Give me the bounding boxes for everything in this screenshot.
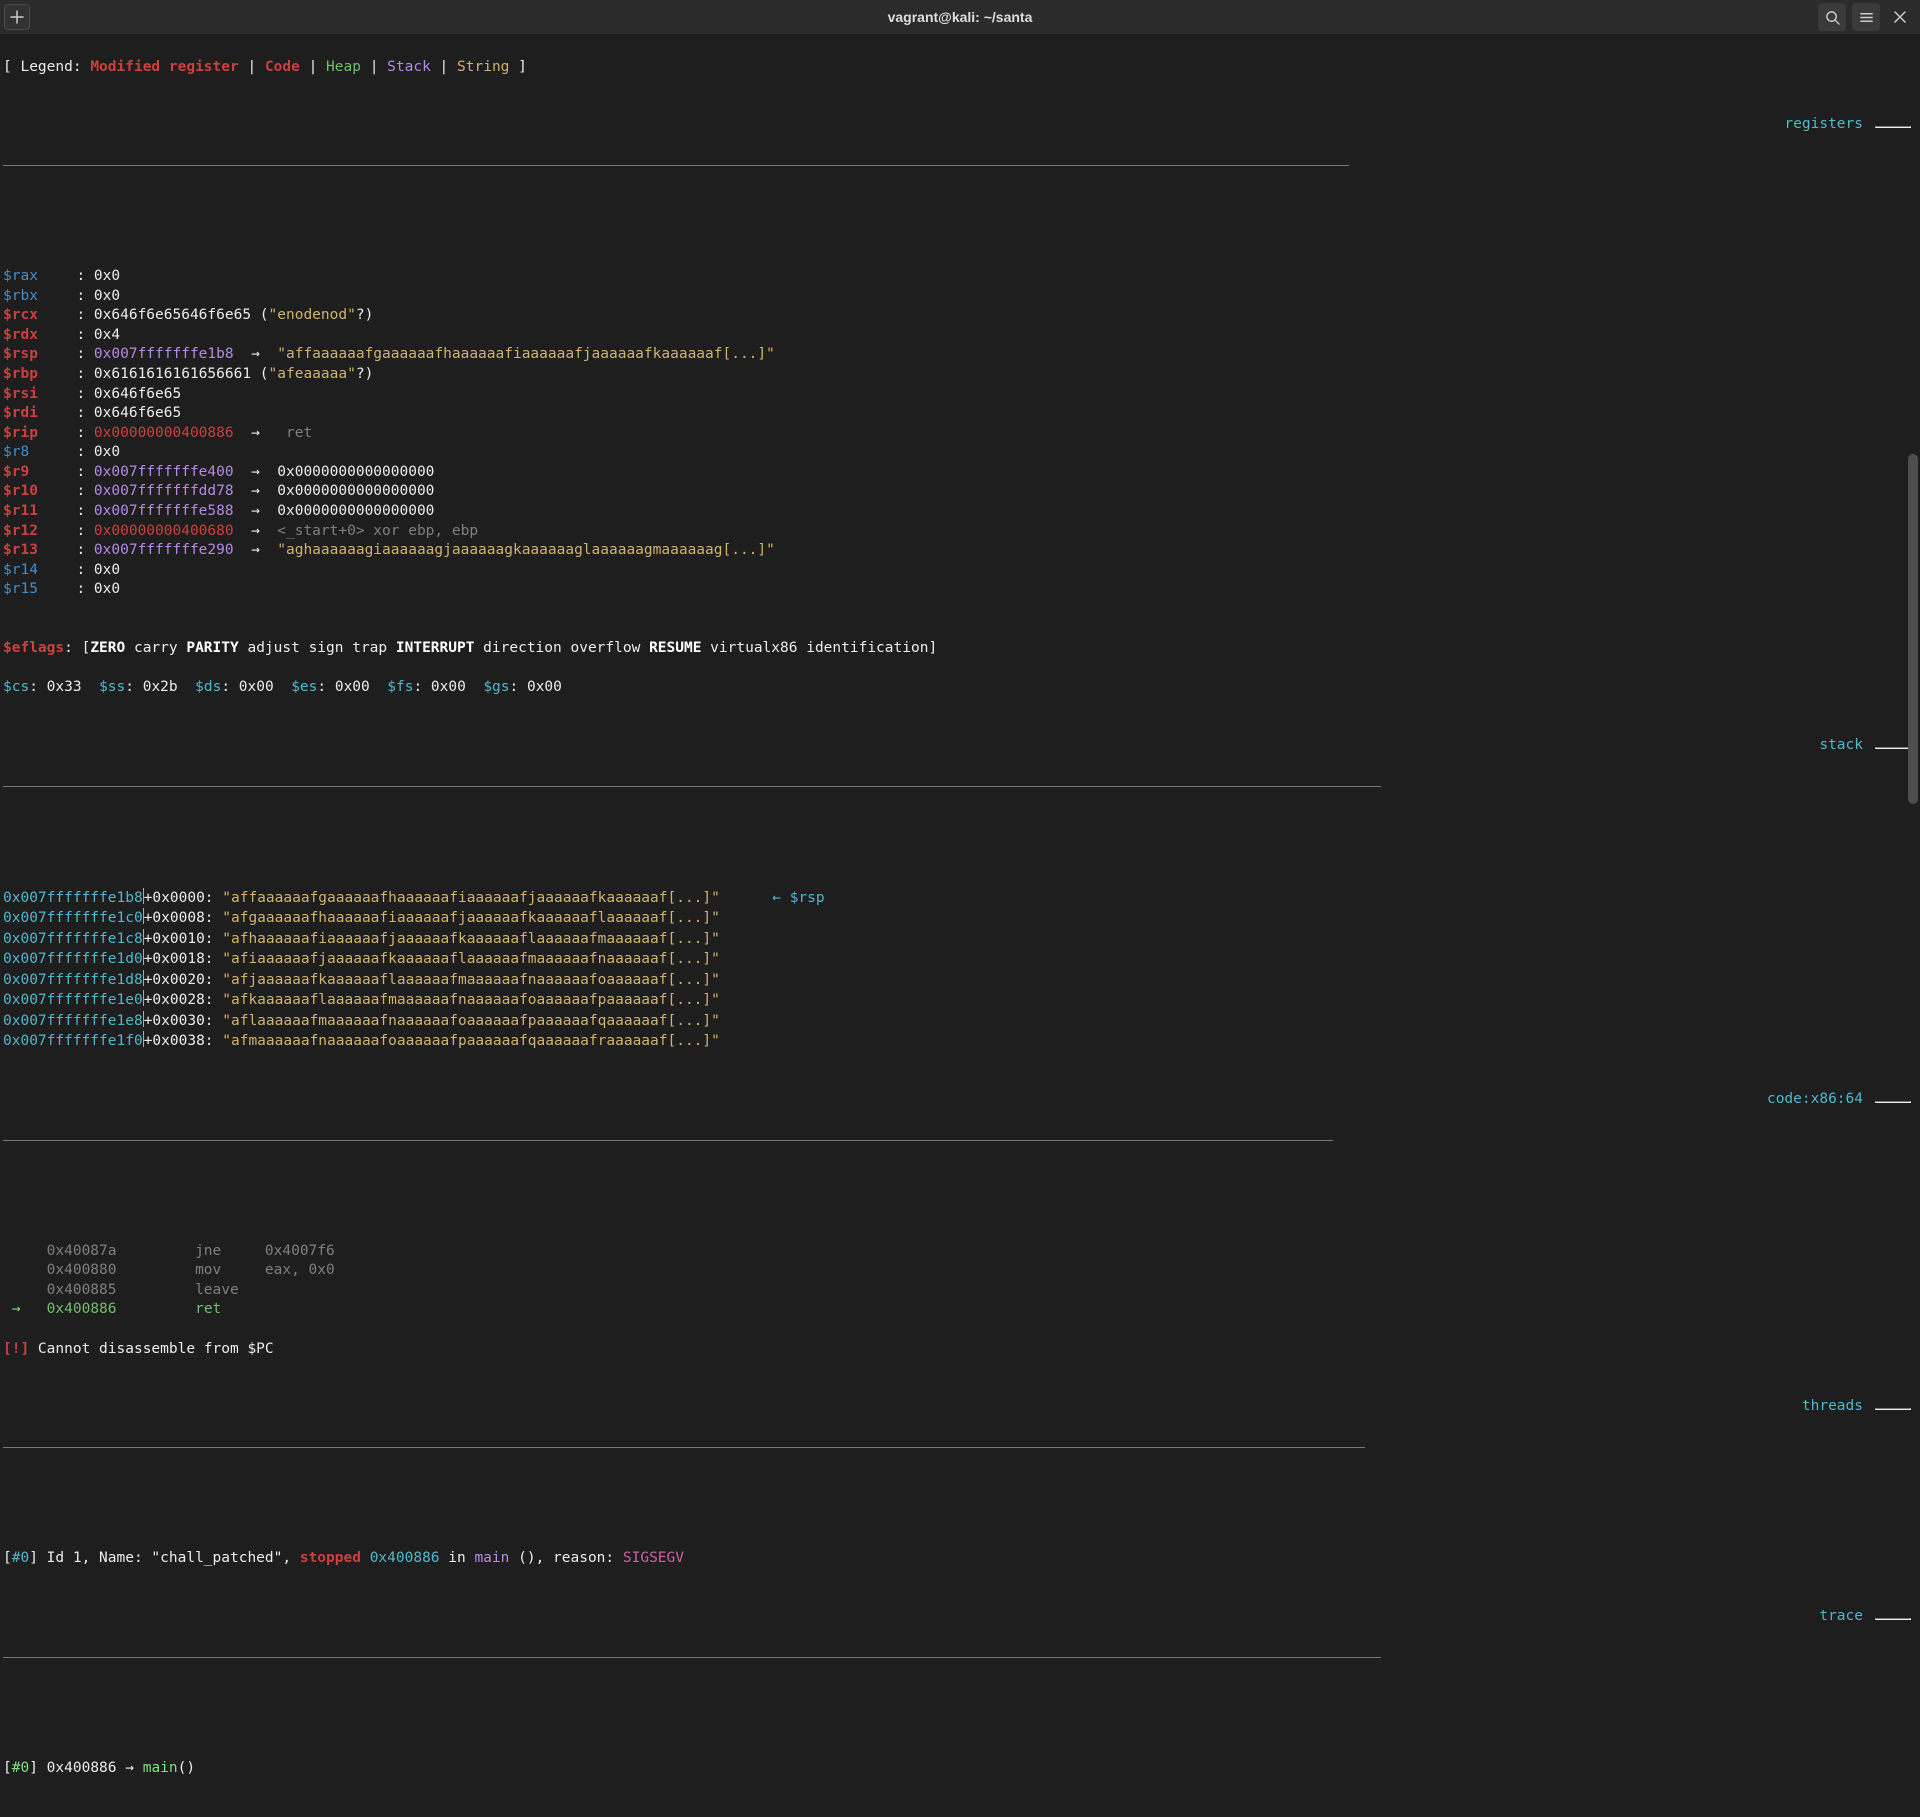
register-row: $r15 : 0x0 [3,580,1917,600]
terminal-output[interactable]: [ Legend: Modified register | Code | Hea… [0,34,1920,1817]
code-row: 0x400880 mov eax, 0x0 [3,1261,1917,1281]
stack-row: 0x007fffffffe1d8+0x0020: "afjaaaaaafkaaa… [3,970,1917,991]
eflags-suffix: ] [928,640,937,656]
register-row: $r8 : 0x0 [3,443,1917,463]
stack-block: 0x007fffffffe1b8+0x0000: "affaaaaaafgaaa… [3,888,1917,1052]
register-row: $r13 : 0x007fffffffe290 → "aghaaaaaagiaa… [3,541,1917,561]
stack-row: 0x007fffffffe1f0+0x0038: "afmaaaaaafnaaa… [3,1031,1917,1052]
register-row: $r11 : 0x007fffffffe588 → 0x000000000000… [3,502,1917,522]
trace-section-header: trace [3,1608,1917,1717]
menu-button[interactable] [1852,3,1880,31]
search-icon [1825,10,1840,25]
register-row: $rbx : 0x0 [3,287,1917,307]
legend-modified: Modified register [90,59,238,75]
thread-addr: 0x400886 [370,1550,440,1566]
code-row: → 0x400886 ret [3,1300,1917,1320]
legend-code: Code [265,59,300,75]
threads-section-header: threads [3,1398,1917,1507]
eflags-prefix: : [ [64,640,90,656]
register-row: $rbp : 0x6161616161656661 ("afeaaaaa"?) [3,365,1917,385]
register-row: $rdx : 0x4 [3,326,1917,346]
code-error-line: [!] Cannot disassemble from $PC [3,1340,1917,1360]
legend-heap: Heap [326,59,361,75]
register-row: $r12 : 0x00000000400680 → <_start+0> xor… [3,522,1917,542]
register-row: $rsp : 0x007fffffffe1b8 → "affaaaaaafgaa… [3,345,1917,365]
trace-fn: main [143,1760,178,1776]
eflags-name: $eflags [3,640,64,656]
register-row: $r14 : 0x0 [3,561,1917,581]
stack-section-header: stack [3,737,1917,846]
code-row: 0x400885 leave [3,1281,1917,1301]
legend-stack: Stack [387,59,431,75]
legend-suffix: ] [509,59,526,75]
plus-icon [10,10,24,24]
thread-reason: SIGSEGV [623,1550,684,1566]
hamburger-icon [1859,10,1874,25]
thread-fn: main [474,1550,509,1566]
thread-pretext: Id 1, Name: "chall_patched", [38,1550,300,1566]
threads-section-label: threads [1796,1397,1869,1417]
thread-stopped: stopped [300,1550,361,1566]
register-row: $rip : 0x00000000400886 → ret [3,424,1917,444]
segment-registers: $cs: 0x33 $ss: 0x2b $ds: 0x00 $es: 0x00 … [3,678,1917,698]
search-button[interactable] [1818,3,1846,31]
stack-row: 0x007fffffffe1d0+0x0018: "afiaaaaaafjaaa… [3,949,1917,970]
register-row: $rax : 0x0 [3,267,1917,287]
trace-line: [#0] 0x400886 → main() [3,1759,1917,1779]
code-section-header: code:x86:64 [3,1091,1917,1200]
trace-addr: 0x400886 [38,1760,117,1776]
trace-tail: () [178,1760,195,1776]
window-title: vagrant@kali: ~/santa [0,8,1920,27]
thread-in: in [440,1550,475,1566]
register-row: $r9 : 0x007fffffffe400 → 0x0000000000000… [3,463,1917,483]
trace-idx: #0 [12,1760,29,1776]
registers-section-header: registers [3,116,1917,225]
thread-rest: (), reason: [509,1550,623,1566]
close-button[interactable] [1886,3,1914,31]
eflags-line: $eflags: [ZERO carry PARITY adjust sign … [3,639,1917,659]
error-text: Cannot disassemble from $PC [29,1341,273,1357]
code-block: 0x40087a jne 0x4007f6 0x400880 mov eax, … [3,1242,1917,1320]
thread-line: [#0] Id 1, Name: "chall_patched", stoppe… [3,1549,1917,1569]
trace-arrow: → [117,1760,143,1776]
stack-row: 0x007fffffffe1b8+0x0000: "affaaaaaafgaaa… [3,888,1917,909]
register-row: $rsi : 0x646f6e65 [3,385,1917,405]
stack-row: 0x007fffffffe1c8+0x0010: "afhaaaaaafiaaa… [3,929,1917,950]
trace-section-label: trace [1813,1607,1869,1627]
eflags-flags: ZERO carry PARITY adjust sign trap INTER… [90,640,928,656]
registers-section-label: registers [1778,115,1869,135]
code-section-label: code:x86:64 [1761,1090,1869,1110]
close-icon [1894,11,1906,23]
scrollbar-thumb[interactable] [1908,454,1918,804]
stack-row: 0x007fffffffe1c0+0x0008: "afgaaaaaafhaaa… [3,908,1917,929]
stack-row: 0x007fffffffe1e8+0x0030: "aflaaaaaafmaaa… [3,1011,1917,1032]
registers-block: $rax : 0x0$rbx : 0x0$rcx : 0x646f6e65646… [3,267,1917,600]
error-mark: [!] [3,1341,29,1357]
thread-idx: #0 [12,1550,29,1566]
legend-prefix: [ Legend: [3,59,90,75]
stack-section-label: stack [1813,736,1869,756]
scrollbar[interactable] [1906,34,1920,1048]
register-row: $rcx : 0x646f6e65646f6e65 ("enodenod"?) [3,306,1917,326]
register-row: $r10 : 0x007fffffffdd78 → 0x000000000000… [3,482,1917,502]
legend-string: String [457,59,509,75]
window-titlebar: vagrant@kali: ~/santa [0,0,1920,34]
register-row: $rdi : 0x646f6e65 [3,404,1917,424]
new-tab-button[interactable] [4,4,30,30]
stack-row: 0x007fffffffe1e0+0x0028: "afkaaaaaaflaaa… [3,990,1917,1011]
code-row: 0x40087a jne 0x4007f6 [3,1242,1917,1262]
legend-line: [ Legend: Modified register | Code | Hea… [3,58,1917,78]
